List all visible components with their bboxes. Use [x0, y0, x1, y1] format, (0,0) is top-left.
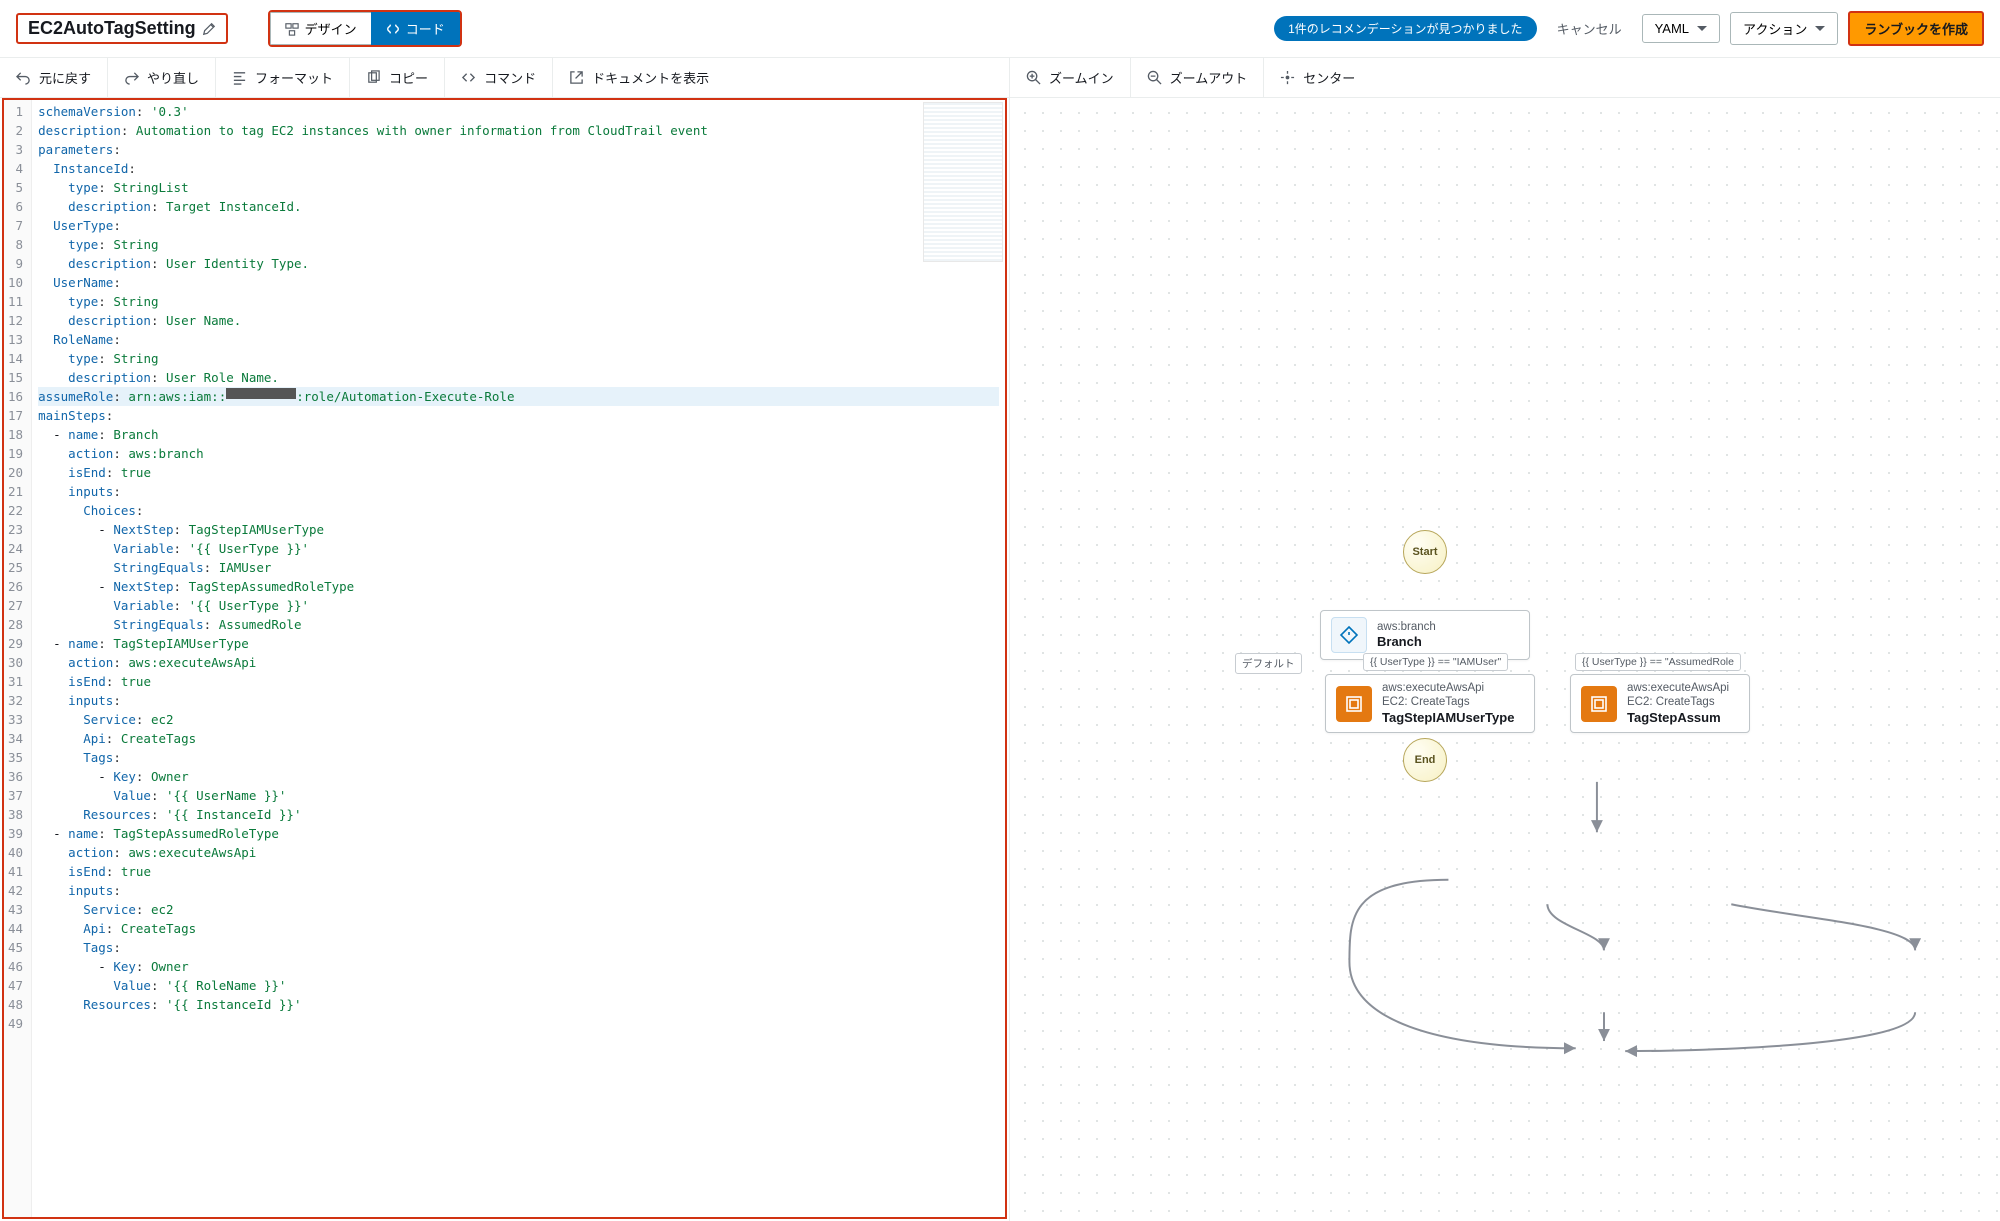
chevron-down-icon: [1697, 26, 1707, 31]
command-icon: [461, 70, 476, 85]
command-label: コマンド: [484, 68, 536, 87]
show-document-button[interactable]: ドキュメントを表示: [553, 58, 725, 97]
cancel-button[interactable]: キャンセル: [1547, 13, 1632, 44]
main-split: 1234567891011121314151617181920212223242…: [0, 98, 2000, 1221]
branch-icon: [1331, 617, 1367, 653]
node-step-iamuser[interactable]: aws:executeAwsApi EC2: CreateTags TagSte…: [1325, 674, 1535, 733]
copy-label: コピー: [389, 68, 428, 87]
node-step2-action: aws:executeAwsApi: [1627, 681, 1729, 695]
node-step2-name: TagStepAssum: [1627, 710, 1729, 726]
zoom-in-label: ズームイン: [1049, 68, 1114, 87]
recommendation-pill[interactable]: 1件のレコメンデーションが見つかりました: [1274, 16, 1536, 41]
flow-nodes: Start aws:branch Branch デフォルト {{ UserTyp…: [1010, 98, 2000, 1221]
top-bar: EC2AutoTagSetting デザイン コード 1件のレコメンデーションが…: [0, 0, 2000, 58]
edge-label-iamuser: {{ UserType }} == "IAMUser": [1363, 653, 1508, 671]
show-document-label: ドキュメントを表示: [592, 68, 709, 87]
node-branch-action: aws:branch: [1377, 620, 1436, 634]
chevron-down-icon: [1815, 26, 1825, 31]
awsapi-icon: [1581, 686, 1617, 722]
view-mode-tabs: デザイン コード: [268, 10, 462, 47]
create-runbook-button[interactable]: ランブックを作成: [1848, 11, 1984, 46]
tab-design-label: デザイン: [305, 19, 357, 38]
format-icon: [232, 70, 247, 85]
node-step1-api: EC2: CreateTags: [1382, 695, 1514, 709]
command-button[interactable]: コマンド: [445, 58, 553, 97]
document-name: EC2AutoTagSetting: [28, 18, 196, 39]
node-branch-name: Branch: [1377, 634, 1436, 650]
canvas-pane[interactable]: Start aws:branch Branch デフォルト {{ UserTyp…: [1010, 98, 2000, 1221]
toolbar: 元に戻す やり直し フォーマット コピー コマンド ドキュメントを表示 ズームイ…: [0, 58, 2000, 98]
minimap[interactable]: [923, 102, 1003, 262]
node-start[interactable]: Start: [1403, 530, 1447, 574]
line-gutter: 1234567891011121314151617181920212223242…: [4, 100, 32, 1217]
editor-toolbar: 元に戻す やり直し フォーマット コピー コマンド ドキュメントを表示: [0, 58, 1010, 97]
document-name-container[interactable]: EC2AutoTagSetting: [16, 13, 228, 44]
node-step1-action: aws:executeAwsApi: [1382, 681, 1514, 695]
node-step1-name: TagStepIAMUserType: [1382, 710, 1514, 726]
center-label: センター: [1303, 68, 1355, 87]
node-end-label: End: [1415, 754, 1436, 766]
editor-pane: 1234567891011121314151617181920212223242…: [0, 98, 1010, 1221]
node-start-label: Start: [1412, 546, 1437, 558]
redo-label: やり直し: [147, 68, 199, 87]
undo-button[interactable]: 元に戻す: [0, 58, 108, 97]
code-area[interactable]: schemaVersion: '0.3'description: Automat…: [32, 100, 1005, 1217]
redo-button[interactable]: やり直し: [108, 58, 216, 97]
undo-icon: [16, 70, 31, 85]
edit-icon: [202, 22, 216, 36]
copy-button[interactable]: コピー: [350, 58, 445, 97]
format-label: フォーマット: [255, 68, 333, 87]
external-icon: [569, 70, 584, 85]
actions-menu[interactable]: アクション: [1730, 12, 1838, 45]
zoom-out-label: ズームアウト: [1170, 68, 1248, 87]
center-icon: [1280, 70, 1295, 85]
format-button[interactable]: フォーマット: [216, 58, 350, 97]
awsapi-icon: [1336, 686, 1372, 722]
copy-icon: [366, 70, 381, 85]
zoom-in-icon: [1026, 70, 1041, 85]
edge-label-assumedrole: {{ UserType }} == "AssumedRole: [1575, 653, 1741, 671]
actions-label: アクション: [1743, 19, 1807, 38]
canvas-toolbar: ズームイン ズームアウト センター: [1010, 58, 2000, 97]
center-button[interactable]: センター: [1264, 58, 1371, 97]
node-step2-api: EC2: CreateTags: [1627, 695, 1729, 709]
node-step-assumedrole[interactable]: aws:executeAwsApi EC2: CreateTags TagSte…: [1570, 674, 1750, 733]
zoom-out-button[interactable]: ズームアウト: [1131, 58, 1265, 97]
design-icon: [285, 22, 299, 36]
node-end[interactable]: End: [1403, 738, 1447, 782]
zoom-in-button[interactable]: ズームイン: [1010, 58, 1131, 97]
format-select-value: YAML: [1655, 21, 1689, 36]
tab-code[interactable]: コード: [371, 12, 460, 45]
undo-label: 元に戻す: [39, 68, 91, 87]
edge-label-default: デフォルト: [1235, 653, 1302, 674]
tab-code-label: コード: [406, 19, 445, 38]
zoom-out-icon: [1147, 70, 1162, 85]
code-editor[interactable]: 1234567891011121314151617181920212223242…: [2, 98, 1007, 1219]
redo-icon: [124, 70, 139, 85]
code-icon: [386, 22, 400, 36]
format-select[interactable]: YAML: [1642, 14, 1720, 43]
tab-design[interactable]: デザイン: [270, 12, 371, 45]
